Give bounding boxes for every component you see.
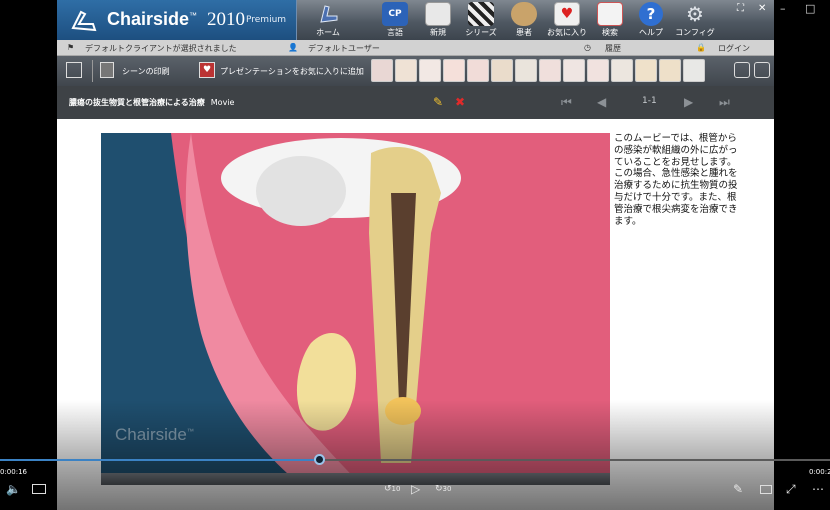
nav-label: 新規 [430,28,446,37]
chairside-app: Chairside™ 2010 Premium ホーム CP 言語 新規 シリー… [57,0,774,510]
total-time: 0:00:26 [809,468,830,476]
presentation-title: 膿瘍の抜生物質と根管治療による治療 Movie [69,98,235,107]
nav-label: コンフィグ [675,28,715,37]
app-header: Chairside™ 2010 Premium ホーム CP 言語 新規 シリー… [57,0,774,40]
scene-thumbnail[interactable] [659,59,681,82]
presentation-title-bar: 膿瘍の抜生物質と根管治療による治療 Movie ✎ ✖ ⏮ ◀ 1-1 ▶ ⏭ [57,86,774,119]
delete-x-icon[interactable]: ✖ [455,95,465,109]
volume-icon[interactable]: 🔈 [6,482,21,496]
favorites-icon: ♥ [554,2,580,26]
nav-series[interactable]: シリーズ [457,2,505,40]
nav-help[interactable]: ? ヘルプ [627,2,675,40]
scene-thumbnail[interactable] [467,59,489,82]
progress-bar[interactable] [0,459,830,461]
embedded-video-controls[interactable] [101,473,610,485]
scene-thumbnail[interactable] [539,59,561,82]
progress-fill [0,459,320,461]
scene-thumbnail[interactable] [491,59,513,82]
chair-logo-icon [71,10,97,32]
scene-thumbnail[interactable] [683,59,705,82]
favorite-heart-icon[interactable]: ♥ [199,62,215,78]
scene-description: このムービーでは、根管からの感染が軟組織の外に広がっていることをお見せします。こ… [614,133,738,227]
nav-language[interactable]: CP 言語 [371,2,419,40]
progress-handle[interactable] [314,454,325,465]
skip-forward-button[interactable]: ↻30 [435,482,451,496]
play-icon[interactable]: ▷ [411,482,420,496]
clapperboard-icon [468,2,494,26]
print-icon[interactable] [100,62,114,78]
nav-label: シリーズ [465,28,497,37]
app-close-button[interactable]: ✕ [758,3,766,14]
camera-icon[interactable] [754,62,770,78]
first-slide-icon[interactable]: ⏮ [561,95,572,110]
nav-new[interactable]: 新規 [414,2,462,40]
scene-thumbnail[interactable] [443,59,465,82]
lock-icon: 🔒 [696,43,706,52]
skip-back-button[interactable]: ↺10 [384,482,400,496]
help-icon: ? [639,2,663,26]
next-slide-icon[interactable]: ▶ [684,95,693,109]
nav-home[interactable]: ホーム [304,2,352,40]
nav-patient[interactable]: 患者 [500,2,548,40]
captions-icon[interactable] [32,484,46,494]
new-presentation-icon [425,2,451,26]
user-name[interactable]: デフォルトユーザー [308,43,380,54]
nav-label: ヘルプ [639,28,663,37]
brand-edition: Premium [246,15,287,25]
pin-icon: ⚑ [67,43,75,52]
history-link[interactable]: 履歴 [605,43,621,54]
login-link[interactable]: ログイン [718,43,750,54]
edit-pencil-icon[interactable]: ✎ [433,95,443,109]
dental-chair-icon [320,5,338,23]
brand-name: Chairside™ [107,9,198,29]
nav-label: ホーム [316,28,340,37]
search-teeth-icon [597,2,623,26]
minimize-window-button[interactable]: – [780,2,786,15]
scene-thumbnail[interactable] [395,59,417,82]
app-restore-button[interactable]: ⛶ [737,3,744,14]
nav-label: 言語 [387,28,403,37]
scene-thumbnail[interactable] [587,59,609,82]
fullscreen-toggle-icon[interactable]: ⤢ [786,482,796,496]
expand-icon[interactable] [734,62,750,78]
client-status: デフォルトクライアントが選択されました [85,44,237,53]
nav-config[interactable]: ⚙ コンフィグ [671,2,719,40]
last-slide-icon[interactable]: ⏭ [719,95,730,110]
divider [92,60,93,82]
nav-favorites[interactable]: ♥ お気に入り [543,2,591,40]
dental-video[interactable]: Chairside™ [101,133,610,485]
slide-counter: 1-1 [642,96,657,106]
scene-thumbnail[interactable] [611,59,633,82]
config-icon: ⚙ [686,2,704,26]
language-icon: CP [382,2,408,26]
patient-icon [511,2,537,26]
scene-thumbnail[interactable] [371,59,393,82]
brand-year: 2010 [207,9,245,30]
scene-thumbnail[interactable] [635,59,657,82]
more-options-icon[interactable]: ⋯ [812,482,824,496]
maximize-window-button[interactable]: □ [805,2,815,15]
brand-logo: Chairside™ 2010 Premium [57,0,297,40]
scene-thumbnail[interactable] [515,59,537,82]
miniplayer-icon[interactable] [760,485,772,494]
edit-icon[interactable]: ✎ [733,482,743,496]
add-favorite-button[interactable]: プレゼンテーションをお気に入りに追加 [220,66,364,77]
print-scene-button[interactable]: シーンの印刷 [122,66,170,77]
user-icon: 👤 [288,43,298,52]
current-time: 0:00:16 [0,468,27,476]
scene-thumbnail[interactable] [419,59,441,82]
scene-thumbnail[interactable] [563,59,585,82]
video-watermark: Chairside™ [115,425,194,444]
status-info-bar: ⚑ デフォルトクライアントが選択されました 👤 デフォルトユーザー ◷ 履歴 🔒… [57,40,774,56]
history-icon: ◷ [584,43,591,52]
previous-slide-icon[interactable]: ◀ [597,95,606,109]
scene-toolbar: シーンの印刷 ♥ プレゼンテーションをお気に入りに追加 [57,56,774,86]
media-player-window: – □ Chairside™ 2010 Premium ホーム CP 言語 新規… [0,0,830,510]
fullscreen-icon[interactable] [66,62,82,78]
nav-label: お気に入り [547,28,587,37]
nav-label: 患者 [516,28,532,37]
